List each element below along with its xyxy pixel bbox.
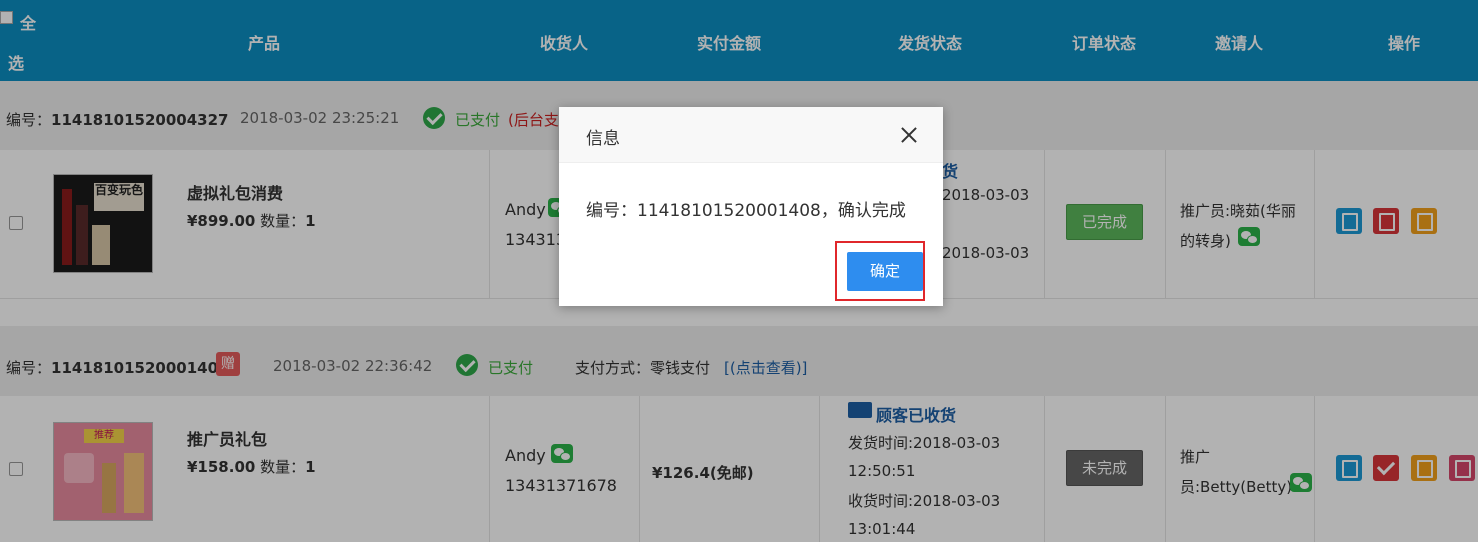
dialog-header: 信息 bbox=[559, 107, 943, 163]
confirm-dialog: 信息 编号：11418101520001408，确认完成 确定 bbox=[559, 107, 943, 306]
confirm-button-highlight: 确定 bbox=[835, 241, 925, 301]
close-icon[interactable] bbox=[899, 125, 919, 145]
dialog-message: 编号：11418101520001408，确认完成 bbox=[586, 201, 906, 221]
dialog-title: 信息 bbox=[586, 129, 620, 149]
confirm-button[interactable]: 确定 bbox=[847, 252, 923, 291]
page: 全 选 产品 收货人 实付金额 发货状态 订单状态 邀请人 操作 编号：1141… bbox=[0, 0, 1478, 542]
